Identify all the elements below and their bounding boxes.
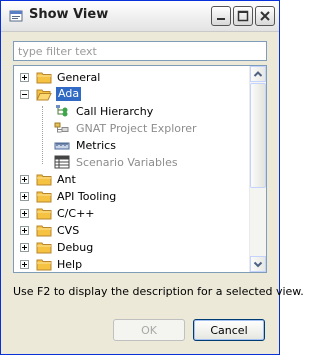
open-folder-icon (36, 89, 52, 101)
maximize-icon (237, 10, 249, 22)
tree-item-label: Scenario Variables (76, 156, 178, 169)
view-tree[interactable]: General Ada Call Hierarchy GNAT Project … (13, 65, 267, 273)
expand-icon[interactable] (20, 226, 29, 235)
folder-icon (36, 259, 52, 271)
cancel-button[interactable]: Cancel (193, 319, 265, 341)
vertical-scrollbar[interactable] (249, 66, 266, 272)
collapse-icon[interactable] (20, 90, 29, 99)
tree-item-label: CVS (57, 224, 80, 237)
tree-item-label: Call Hierarchy (76, 105, 154, 118)
close-button[interactable] (255, 6, 275, 26)
expand-icon[interactable] (20, 73, 29, 82)
scroll-down-button[interactable] (250, 256, 266, 272)
minimize-button[interactable] (211, 6, 231, 26)
tree-item-label: C/C++ (57, 207, 95, 220)
show-view-dialog: Show View General (0, 0, 304, 355)
project-explorer-icon (54, 122, 69, 133)
tree-item-metrics[interactable]: Metrics (14, 137, 250, 154)
folder-icon (36, 208, 52, 220)
title-bar[interactable]: Show View (1, 1, 279, 32)
tree-item-general[interactable]: General (14, 69, 250, 86)
arrow-down-icon (253, 261, 263, 268)
show-view-icon (9, 10, 23, 22)
tree-item-c-cpp[interactable]: C/C++ (14, 205, 250, 222)
folder-icon (36, 72, 52, 84)
tree-item-cvs[interactable]: CVS (14, 222, 250, 239)
tree-item-label: Ada (56, 87, 82, 101)
tree-item-label: Metrics (76, 139, 116, 152)
expand-icon[interactable] (20, 243, 29, 252)
tree-item-label: API Tooling (57, 190, 117, 203)
tree-item-api-tooling[interactable]: API Tooling (14, 188, 250, 205)
tree-item-help[interactable]: Help (14, 256, 250, 272)
window-title: Show View (29, 7, 109, 22)
tree-item-label: Ant (57, 173, 76, 186)
help-hint-text: Use F2 to display the description for a … (13, 285, 304, 298)
tree-item-debug[interactable]: Debug (14, 239, 250, 256)
tree-item-label: GNAT Project Explorer (76, 122, 197, 135)
maximize-button[interactable] (233, 6, 253, 26)
arrow-up-icon (253, 71, 263, 77)
tree-item-gnat-project-explorer[interactable]: GNAT Project Explorer (14, 120, 250, 137)
folder-icon (36, 174, 52, 186)
scrollbar-thumb[interactable] (250, 83, 266, 188)
expand-icon[interactable] (20, 209, 29, 218)
minimize-icon (217, 18, 225, 20)
scenario-variables-icon (54, 155, 70, 169)
tree-item-ada[interactable]: Ada (14, 86, 250, 103)
close-icon (260, 11, 270, 21)
tree-item-label: Debug (57, 241, 94, 254)
call-hierarchy-icon (56, 105, 68, 117)
expand-icon[interactable] (20, 175, 29, 184)
tree-item-call-hierarchy[interactable]: Call Hierarchy (14, 103, 250, 120)
folder-icon (36, 225, 52, 237)
tree-item-label: General (57, 71, 101, 84)
tree-item-ant[interactable]: Ant (14, 171, 250, 188)
metrics-icon (54, 142, 70, 150)
folder-icon (36, 191, 52, 203)
ok-button[interactable]: OK (113, 319, 185, 341)
folder-icon (36, 242, 52, 254)
scroll-up-button[interactable] (250, 66, 266, 82)
expand-icon[interactable] (20, 260, 29, 269)
expand-icon[interactable] (20, 192, 29, 201)
tree-item-scenario-variables[interactable]: Scenario Variables (14, 154, 250, 171)
filter-input[interactable] (13, 41, 267, 61)
tree-item-label: Help (57, 258, 83, 271)
